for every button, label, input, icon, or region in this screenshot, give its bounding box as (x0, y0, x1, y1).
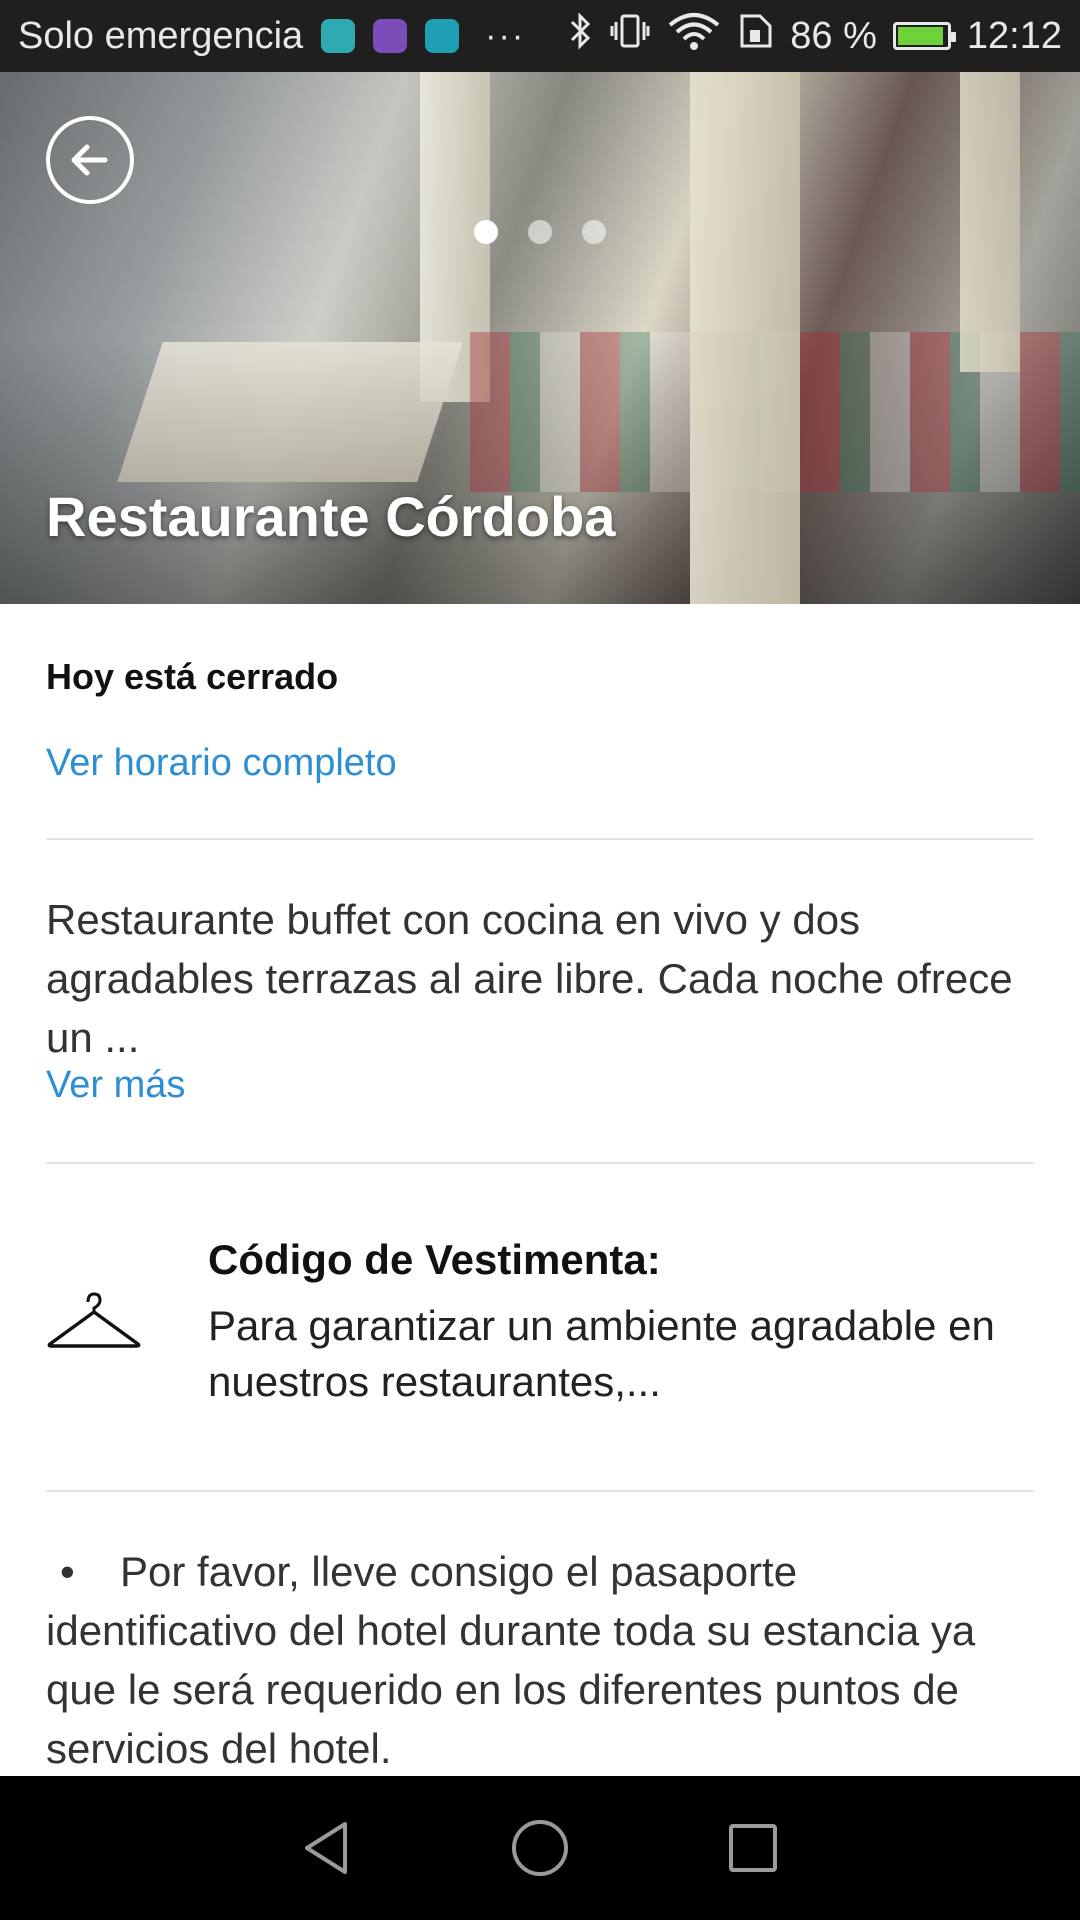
nav-recents-button[interactable] (718, 1813, 788, 1883)
vibrate-icon (610, 12, 650, 60)
carrier-label: Solo emergencia (18, 14, 304, 57)
square-recents-icon (729, 1824, 778, 1872)
opening-status: Hoy está cerrado (46, 656, 339, 697)
battery-percent: 86 % (790, 14, 877, 57)
nav-back-button[interactable] (292, 1813, 362, 1883)
battery-icon (892, 22, 956, 50)
download-notification-icon (425, 19, 460, 53)
triangle-back-icon (304, 1822, 347, 1874)
hero-photo-detail (117, 342, 463, 482)
clock: 12:12 (966, 14, 1062, 57)
description-text: Restaurante buffet con cocina en vivo y … (46, 896, 1013, 1061)
wifi-icon (666, 11, 722, 61)
android-app-notification-icon (321, 19, 356, 53)
notice-item: • Por favor, lleve consigo el pasaporte i… (46, 1542, 1034, 1778)
notice-text: Por favor, lleve consigo el pasaporte id… (46, 1548, 976, 1772)
carousel-dot[interactable] (528, 220, 552, 244)
carousel-indicator (474, 220, 606, 244)
dress-code-title: Código de Vestimenta: (208, 1236, 661, 1283)
status-bar: Solo emergencia ··· 86 % 12:12 (0, 0, 1080, 72)
hero-photo-detail (690, 72, 800, 604)
sim-icon (738, 12, 774, 60)
nav-home-button[interactable] (505, 1813, 575, 1883)
back-button[interactable] (46, 116, 134, 204)
carousel-dot[interactable] (582, 220, 606, 244)
system-navigation-bar (0, 1776, 1080, 1920)
more-notifications-icon: ··· (485, 16, 526, 55)
dress-code-text[interactable]: Para garantizar un ambiente agradable en… (208, 1298, 1038, 1410)
gallery-notification-icon (373, 19, 408, 53)
view-schedule-link[interactable]: Ver horario completo (46, 742, 397, 785)
hero-photo-detail (960, 72, 1020, 372)
divider (46, 1490, 1034, 1492)
divider (46, 838, 1034, 840)
bullet: • (60, 1548, 75, 1595)
see-more-link[interactable]: Ver más (46, 1064, 185, 1107)
divider (46, 1162, 1034, 1164)
carousel-dot[interactable] (474, 220, 498, 244)
arrow-left-icon (71, 144, 108, 176)
hero-image[interactable]: Restaurante Córdoba (0, 72, 1080, 604)
circle-home-icon (511, 1820, 568, 1876)
bluetooth-icon (568, 12, 594, 60)
hanger-icon (46, 1292, 142, 1352)
page-title: Restaurante Córdoba (46, 485, 616, 548)
